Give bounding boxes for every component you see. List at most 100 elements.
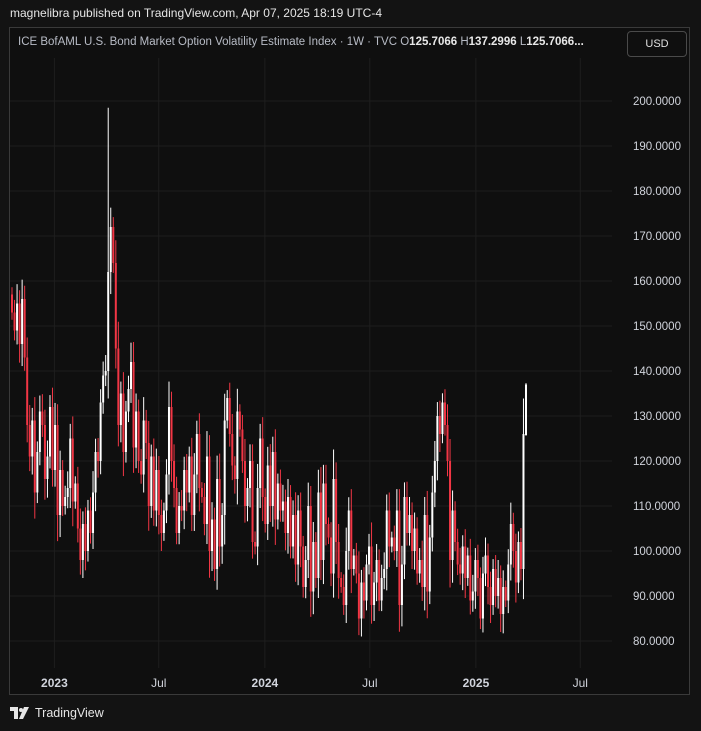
- candle-body: [456, 542, 459, 565]
- candle-body: [461, 546, 464, 574]
- candle-body: [297, 510, 300, 565]
- candle-body: [314, 542, 317, 578]
- open-label: O: [400, 36, 410, 48]
- candle-body: [484, 555, 487, 574]
- candle-body: [190, 456, 193, 515]
- candle-body: [193, 474, 196, 515]
- candle-body: [431, 492, 434, 538]
- candle-body: [360, 582, 363, 619]
- candle-body: [294, 515, 297, 565]
- candle-body: [525, 384, 527, 436]
- y-tick-label: 170.0000: [633, 231, 681, 243]
- candle-body: [99, 402, 102, 461]
- candle-body: [145, 420, 148, 443]
- candle-body: [398, 510, 401, 605]
- y-tick-label: 200.0000: [633, 96, 681, 108]
- candle-body: [135, 411, 138, 448]
- candle-body: [276, 483, 279, 520]
- candle-body: [94, 452, 97, 493]
- candle-body: [195, 434, 198, 475]
- candle-body: [150, 456, 153, 506]
- candle-body: [499, 578, 502, 614]
- candle-body: [438, 416, 441, 434]
- candle-body: [231, 434, 234, 466]
- candle-body: [112, 227, 115, 263]
- candle-body: [218, 479, 221, 547]
- candle-body: [183, 470, 186, 511]
- candle-body: [479, 578, 482, 619]
- high-label: H: [460, 36, 469, 48]
- candle-body: [59, 470, 62, 515]
- tradingview-logo[interactable]: TradingView: [10, 706, 104, 720]
- candle-body: [165, 474, 168, 511]
- candle-body: [69, 438, 72, 488]
- candle-body: [509, 524, 512, 565]
- candle-body: [403, 497, 406, 565]
- candle-body: [130, 362, 133, 389]
- candle-body: [155, 470, 158, 511]
- candle-body: [33, 420, 36, 493]
- candle-body: [476, 560, 479, 578]
- candle-body: [449, 461, 452, 560]
- candle-body: [185, 470, 188, 493]
- candle-body: [504, 587, 507, 601]
- candle-body: [284, 501, 287, 533]
- candle-body: [64, 497, 67, 506]
- candle-body: [416, 528, 419, 574]
- candle-body: [454, 510, 457, 542]
- candle-body: [512, 524, 515, 551]
- candle-body: [226, 398, 229, 421]
- candle-body: [380, 578, 383, 601]
- candle-body: [236, 411, 239, 479]
- candle-body: [51, 407, 54, 470]
- candle-body: [54, 425, 57, 470]
- candle-body: [74, 483, 77, 502]
- candle-body: [160, 515, 163, 533]
- candle-body: [233, 465, 236, 479]
- candle-body: [119, 393, 122, 425]
- candle-body: [481, 573, 484, 619]
- candle-body: [408, 515, 411, 533]
- currency-button[interactable]: USD: [627, 31, 687, 57]
- candle-body: [213, 519, 216, 569]
- candle-body: [347, 510, 350, 551]
- candle-body: [127, 389, 130, 412]
- y-tick-label: 180.0000: [633, 186, 681, 198]
- candle-body: [286, 497, 289, 533]
- candle-body: [140, 461, 143, 475]
- candle-body: [76, 483, 79, 529]
- candle-body: [23, 299, 26, 358]
- candle-body: [13, 312, 16, 331]
- candle-body: [388, 510, 391, 547]
- candle-body: [48, 407, 51, 457]
- candle-body: [152, 456, 155, 511]
- candle-body: [302, 546, 305, 587]
- y-tick-label: 80.0000: [633, 636, 675, 648]
- candle-body: [271, 452, 274, 506]
- low-value: 125.7066...: [526, 36, 584, 48]
- candle-body: [137, 411, 140, 461]
- candle-body: [26, 357, 29, 425]
- candle-body: [471, 591, 474, 601]
- candle-body: [487, 555, 490, 587]
- candle-body: [11, 294, 13, 313]
- candle-body: [61, 470, 64, 506]
- candle-body: [383, 569, 386, 578]
- y-tick-label: 110.0000: [633, 501, 680, 513]
- candle-body: [269, 465, 272, 506]
- candle-body: [31, 420, 34, 457]
- candle-body: [178, 506, 181, 533]
- candle-body: [337, 542, 340, 578]
- candle-body: [304, 560, 307, 587]
- candlestick-chart[interactable]: 200.0000 190.0000 180.0000 170.0000 160.0000…: [0, 0, 701, 731]
- candle-body: [365, 564, 368, 601]
- candle-body: [46, 456, 49, 479]
- candle-body: [243, 461, 246, 506]
- x-tick-label: 2023: [41, 676, 68, 690]
- candle-body: [89, 510, 92, 533]
- candle-body: [385, 510, 388, 569]
- candle-body: [259, 438, 262, 488]
- candle-body: [324, 483, 327, 524]
- candle-body: [441, 402, 444, 434]
- candle-body: [370, 546, 373, 605]
